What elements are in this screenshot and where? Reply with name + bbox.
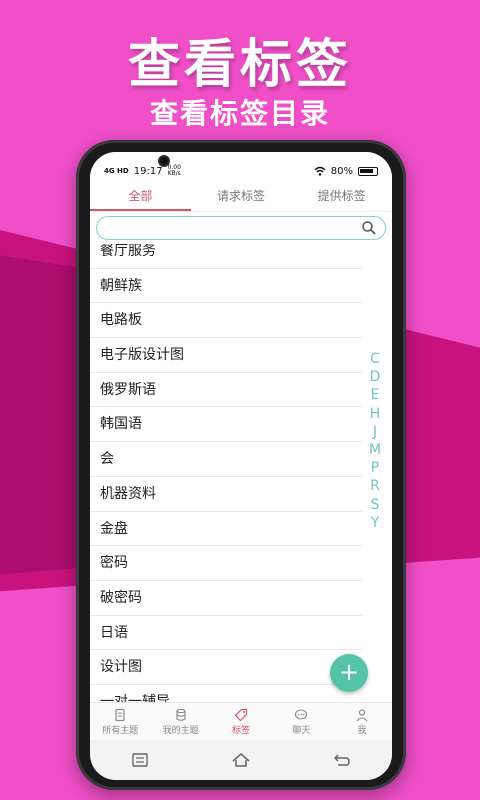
status-bar: 4G HD 19:17 0.00 KB/s 80%: [90, 152, 392, 182]
tab-all[interactable]: 全部: [90, 182, 191, 211]
bottom-nav: 所有主题 我的主题 标签 聊天 我: [90, 702, 392, 740]
nav-my-topics[interactable]: 我的主题: [150, 703, 210, 740]
status-time: 19:17: [133, 165, 163, 177]
nav-all-topics[interactable]: 所有主题: [90, 703, 150, 740]
person-icon: [356, 708, 368, 721]
list-item[interactable]: 餐厅服务: [90, 244, 362, 269]
list-item[interactable]: 密码: [90, 546, 362, 581]
tab-provide-tags[interactable]: 提供标签: [291, 182, 392, 211]
index-letter-e[interactable]: E: [371, 386, 380, 404]
nav-tags[interactable]: 标签: [211, 703, 271, 740]
search-input[interactable]: [97, 218, 357, 240]
list-item[interactable]: 韩国语: [90, 407, 362, 443]
index-letter-m[interactable]: M: [369, 441, 381, 459]
index-letter-d[interactable]: D: [370, 368, 381, 386]
list-item[interactable]: 机器资料: [90, 477, 362, 512]
battery-icon: [358, 166, 378, 176]
index-letter-c[interactable]: C: [370, 350, 380, 368]
nav-label: 我: [357, 725, 367, 736]
chat-icon: [295, 708, 308, 720]
net-speed: 0.00 KB/s: [167, 164, 181, 177]
database-icon: [176, 708, 186, 721]
signal-indicator: 4G HD: [104, 166, 129, 175]
tag-list: 餐厅服务 朝鲜族 电路板 电子版设计图 俄罗斯语 韩国语 会 机器资料 金盘 密…: [90, 244, 392, 704]
list-item[interactable]: 电子版设计图: [90, 338, 362, 373]
list-item[interactable]: 会: [90, 442, 362, 477]
add-tag-button[interactable]: +: [330, 654, 368, 692]
menu-icon[interactable]: [130, 752, 150, 768]
nav-label: 标签: [232, 725, 251, 736]
index-letter-p[interactable]: P: [371, 459, 379, 477]
search-container: [90, 212, 392, 244]
list-item[interactable]: 电路板: [90, 303, 362, 339]
tag-icon: [234, 708, 248, 721]
search-box: [96, 216, 386, 240]
index-letter-y[interactable]: Y: [371, 514, 380, 532]
index-letter-h[interactable]: H: [370, 405, 381, 423]
system-nav-bar: [90, 740, 392, 780]
phone-screen: 4G HD 19:17 0.00 KB/s 80% 全部 请求标签 提供标签 餐…: [90, 152, 392, 780]
home-icon[interactable]: [231, 752, 251, 768]
index-letter-s[interactable]: S: [371, 496, 380, 514]
phone-frame: 4G HD 19:17 0.00 KB/s 80% 全部 请求标签 提供标签 餐…: [76, 140, 406, 790]
list-item[interactable]: 日语: [90, 616, 362, 651]
front-camera: [158, 155, 170, 167]
tab-bar: 全部 请求标签 提供标签: [90, 182, 392, 212]
list-item[interactable]: 金盘: [90, 512, 362, 547]
list-item[interactable]: 俄罗斯语: [90, 373, 362, 408]
nav-label: 所有主题: [102, 725, 139, 736]
wifi-icon: [314, 166, 326, 176]
alphabet-index: C D E H J M P R S Y: [368, 350, 382, 532]
nav-label: 聊天: [292, 725, 311, 736]
tab-request-tags[interactable]: 请求标签: [191, 182, 292, 211]
document-icon: [115, 708, 125, 721]
promo-subline: 查看标签目录: [149, 97, 330, 130]
back-icon[interactable]: [332, 752, 352, 768]
index-letter-r[interactable]: R: [370, 477, 380, 495]
nav-label: 我的主题: [162, 725, 199, 736]
nav-me[interactable]: 我: [332, 703, 392, 740]
index-letter-j[interactable]: J: [373, 423, 377, 441]
nav-chat[interactable]: 聊天: [271, 703, 331, 740]
list-item[interactable]: 朝鲜族: [90, 269, 362, 304]
list-item[interactable]: 设计图: [90, 650, 362, 685]
search-icon[interactable]: [361, 220, 377, 236]
battery-percent: 80%: [330, 165, 353, 177]
promo-headline: 查看标签: [127, 35, 352, 95]
list-item[interactable]: 破密码: [90, 581, 362, 616]
